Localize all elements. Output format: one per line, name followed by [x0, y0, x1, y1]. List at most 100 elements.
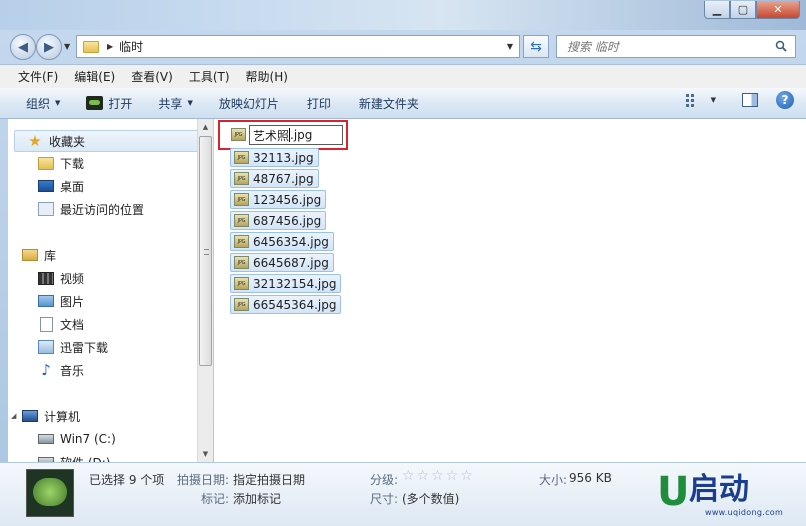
breadcrumb-arrow-icon[interactable]: ▶ — [107, 42, 113, 51]
nav-recent[interactable]: 最近访问的位置 — [38, 198, 144, 220]
nav-videos[interactable]: 视频 — [38, 267, 84, 289]
file-name: 66545364.jpg — [253, 297, 337, 312]
share-button[interactable]: 共享 ▼ — [148, 91, 202, 115]
navigation-pane: ★ 收藏夹 下载 桌面 最近访问的位置 库 视频 图片 文档 迅雷下载 ♪ 音乐… — [8, 119, 213, 462]
file-item[interactable]: JPG 6645687.jpg — [230, 253, 334, 272]
file-item[interactable]: JPG 6456354.jpg — [230, 232, 334, 251]
file-name: 32113.jpg — [253, 150, 314, 165]
rating-star-icons[interactable]: ☆☆☆☆☆ — [402, 468, 475, 484]
open-button[interactable]: 打开 — [76, 91, 142, 115]
nav-thunder[interactable]: 迅雷下载 — [38, 336, 108, 358]
nav-favorites[interactable]: ★ 收藏夹 — [14, 130, 202, 152]
file-item[interactable]: JPG 48767.jpg — [230, 169, 319, 188]
print-button[interactable]: 打印 — [297, 91, 341, 115]
menu-edit[interactable]: 编辑(E) — [66, 66, 123, 87]
minimize-icon: ▁ — [712, 3, 722, 16]
refresh-button[interactable]: ⇆ — [523, 35, 549, 58]
file-item[interactable]: JPG 32132154.jpg — [230, 274, 342, 293]
open-with-icon — [86, 96, 104, 110]
rating-stars[interactable]: ☆☆☆☆☆ — [402, 468, 475, 484]
jpg-file-icon: JPG — [234, 277, 249, 290]
jpg-file-icon: JPG — [234, 172, 249, 185]
uqidong-logo: U 启动 www.uqidong.com — [655, 468, 795, 522]
nav-drive-d[interactable]: 软件 (D:) — [38, 451, 110, 462]
title-bar: ▁ ▢ ✕ — [0, 0, 806, 30]
address-dropdown-icon[interactable]: ▼ — [503, 39, 517, 54]
navigation-scrollbar[interactable]: ▲ ▼ — [197, 119, 213, 462]
organize-button[interactable]: 组织 ▼ — [16, 91, 70, 115]
slideshow-button[interactable]: 放映幻灯片 — [209, 91, 289, 115]
nav-drive-c[interactable]: Win7 (C:) — [38, 428, 116, 450]
scrollbar-thumb[interactable] — [199, 136, 212, 366]
nav-libraries[interactable]: 库 — [22, 244, 56, 266]
scroll-down-icon[interactable]: ▼ — [198, 446, 213, 462]
expand-arrow-icon[interactable]: ◢ — [11, 412, 16, 420]
selection-thumbnail — [26, 469, 74, 517]
rename-input[interactable]: 艺术照 .jpg — [249, 125, 343, 145]
menu-file[interactable]: 文件(F) — [10, 66, 66, 87]
rename-input-extension: .jpg — [290, 128, 313, 142]
nav-pictures[interactable]: 图片 — [38, 290, 84, 312]
file-item-renaming[interactable]: JPG 艺术照 .jpg — [231, 125, 343, 145]
size-value: 956 KB — [569, 471, 612, 485]
nav-documents[interactable]: 文档 — [38, 313, 84, 335]
back-button[interactable]: ◀ — [10, 34, 36, 60]
document-icon — [40, 316, 53, 332]
jpg-file-icon: JPG — [234, 151, 249, 164]
file-name: 687456.jpg — [253, 213, 322, 228]
selection-count: 已选择 9 个项 — [89, 473, 165, 487]
nav-downloads[interactable]: 下载 — [38, 152, 84, 174]
maximize-button[interactable]: ▢ — [730, 1, 756, 19]
recent-pages-dropdown[interactable]: ▼ — [64, 42, 70, 51]
new-folder-button[interactable]: 新建文件夹 — [349, 91, 429, 115]
file-list[interactable]: JPG 艺术照 .jpg JPG 32113.jpg JPG 48767.jpg … — [214, 119, 806, 462]
command-bar: 组织 ▼ 打开 共享 ▼ 放映幻灯片 打印 新建文件夹 ▼ ? — [0, 88, 806, 119]
scrollbar-grip — [204, 249, 209, 255]
search-input[interactable] — [567, 39, 767, 54]
jpg-file-icon: JPG — [234, 256, 249, 269]
file-item[interactable]: JPG 32113.jpg — [230, 148, 319, 167]
search-box[interactable] — [556, 35, 796, 58]
date-taken-value[interactable]: 指定拍摄日期 — [233, 471, 305, 488]
change-view-icon[interactable] — [685, 93, 701, 107]
nav-music[interactable]: ♪ 音乐 — [38, 359, 84, 381]
file-name: 123456.jpg — [253, 192, 322, 207]
address-bar[interactable]: ▶ 临时 ▼ — [76, 35, 520, 58]
video-icon — [38, 271, 54, 285]
file-name: 6645687.jpg — [253, 255, 329, 270]
nav-videos-label: 视频 — [60, 271, 85, 286]
scroll-up-icon[interactable]: ▲ — [198, 119, 213, 135]
minimize-button[interactable]: ▁ — [704, 1, 730, 19]
tags-value[interactable]: 添加标记 — [233, 490, 281, 507]
menu-tools[interactable]: 工具(T) — [181, 66, 238, 87]
star-icon: ★ — [28, 132, 42, 150]
music-icon: ♪ — [41, 361, 51, 379]
breadcrumb-current[interactable]: 临时 — [119, 38, 143, 55]
search-icon[interactable] — [775, 40, 787, 52]
file-name: 48767.jpg — [253, 171, 314, 186]
nav-desktop[interactable]: 桌面 — [38, 175, 84, 197]
file-item[interactable]: JPG 123456.jpg — [230, 190, 327, 209]
command-bar-right: ▼ ? — [685, 91, 794, 109]
jpg-file-icon: JPG — [234, 193, 249, 206]
menu-help[interactable]: 帮助(H) — [238, 66, 296, 87]
nav-computer[interactable]: ◢ 计算机 — [11, 405, 80, 427]
nav-music-label: 音乐 — [60, 363, 85, 378]
computer-icon — [22, 410, 38, 422]
forward-button[interactable]: ▶ — [36, 34, 62, 60]
explorer-window: ▁ ▢ ✕ ◀ ▶ ▼ ▶ 临时 ▼ ⇆ 文件(F) 编辑(E) 查看(V) 工… — [0, 0, 806, 526]
menu-view[interactable]: 查看(V) — [123, 66, 181, 87]
view-options-chevron-icon[interactable]: ▼ — [711, 96, 716, 104]
rename-input-value: 艺术照 — [253, 128, 290, 143]
file-item[interactable]: JPG 66545364.jpg — [230, 295, 342, 314]
file-item[interactable]: JPG 687456.jpg — [230, 211, 327, 230]
nav-drive-c-label: Win7 (C:) — [60, 432, 116, 446]
close-button[interactable]: ✕ — [756, 1, 800, 19]
help-icon[interactable]: ? — [776, 91, 794, 109]
preview-pane-icon[interactable] — [742, 93, 758, 107]
close-icon: ✕ — [773, 3, 783, 16]
desktop-icon — [38, 180, 54, 192]
organize-label: 组织 — [26, 96, 51, 111]
size-label: 大小: — [539, 473, 568, 487]
rating-label: 分级: — [370, 473, 399, 487]
